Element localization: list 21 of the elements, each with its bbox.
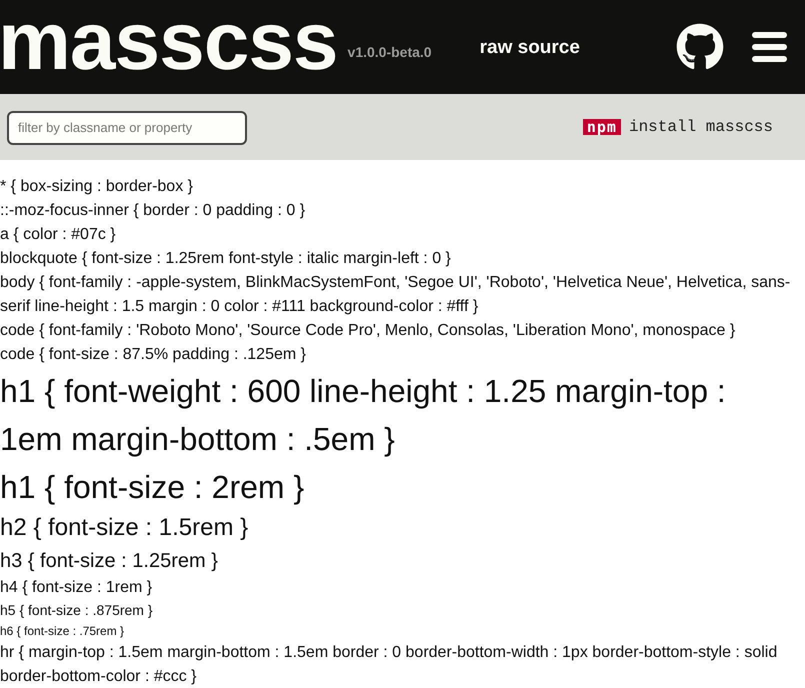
filter-field[interactable]: filter by classname or property [7,110,247,144]
css-rule: * { box-sizing : border-box } [0,177,194,197]
css-rule: ::-moz-focus-inner { border : 0 padding : 0 } [0,201,306,221]
css-rule: code { font-family : 'Roboto Mono', 'Source Code Pro', Menlo, Consolas, 'Liberation Mono', monospace } [0,321,736,341]
install-command: install masscss [628,117,773,138]
version-label: v1.0.0-beta.0 [348,42,432,62]
css-rule: hr { margin-top : 1.5em margin-bottom : 1.5em border : 0 border-bottom-width : 1px border-bottom-style : solid border-bottom-color : #ccc } [0,643,778,687]
css-rule: blockquote { font-size : 1.25rem font-style : italic margin-left : 0 } [0,249,452,269]
npm-logo: npm [582,119,621,135]
css-rule: a { color : #07c } [0,225,117,245]
site-title: masscss [0,1,338,83]
menu-icon[interactable] [752,32,787,62]
css-rule: h4 { font-size : 1rem } [0,578,154,598]
github-icon[interactable] [676,23,724,71]
css-rule: h1 { font-size : 2rem } [0,468,306,507]
css-rule: h6 { font-size : .75rem } [0,623,126,640]
css-rule: h3 { font-size : 1.25rem } [0,549,219,574]
css-rule: h5 { font-size : .875rem } [0,601,154,620]
raw-source-link[interactable]: raw source [480,34,580,62]
css-rule: h2 { font-size : 1.5rem } [0,513,250,543]
css-rule: code { font-size : 87.5% padding : .125em } [0,345,307,365]
